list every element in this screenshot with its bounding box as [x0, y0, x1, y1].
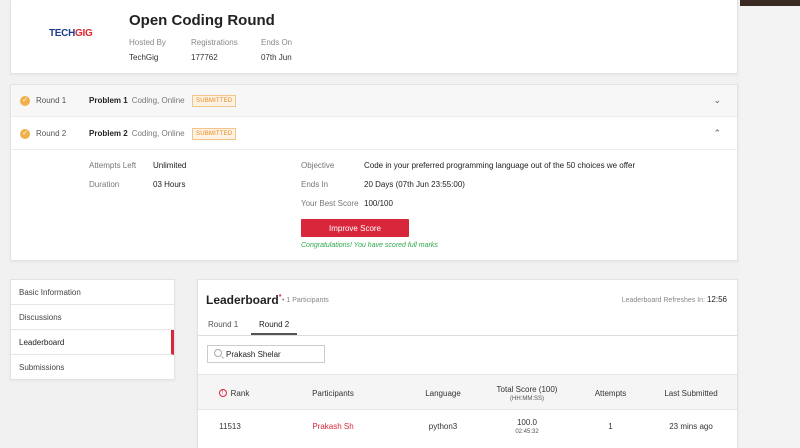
col-participants[interactable]: Participants	[288, 375, 378, 411]
col-last-submitted[interactable]: Last Submitted	[653, 375, 729, 411]
search-icon	[214, 349, 222, 357]
sidebar-item-leaderboard[interactable]: Leaderboard	[11, 330, 174, 355]
improve-score-button[interactable]: Improve Score	[301, 219, 409, 237]
sidebar-item-discussions[interactable]: Discussions	[11, 305, 174, 330]
leaderboard-title: Leaderboard*	[206, 293, 282, 307]
chevron-up-icon[interactable]: ⌃	[713, 128, 721, 139]
cell-attempts: 1	[608, 421, 613, 431]
problem-name: Problem 2 Coding, Online	[89, 129, 185, 138]
info-icon[interactable]: !	[218, 389, 227, 397]
participants-count: • 1 Participants	[282, 297, 329, 304]
right-panel	[740, 6, 800, 448]
sidebar-item-basic-information[interactable]: Basic Information	[11, 280, 174, 305]
page-title: Open Coding Round	[129, 12, 275, 29]
techgig-logo[interactable]: TECHGIG	[49, 28, 93, 39]
round-tabs: Round 1 Round 2	[198, 316, 737, 336]
meta-registrations: Registrations 177762	[191, 38, 238, 62]
round-1-row[interactable]: ✓ Round 1 Problem 1 Coding, Online SUBMIT…	[11, 85, 737, 117]
cell-language: python3	[428, 421, 458, 431]
tab-round-2[interactable]: Round 2	[251, 320, 298, 335]
round-label: Round 2	[36, 129, 67, 138]
search-box[interactable]	[207, 345, 325, 363]
submitted-badge: SUBMITTED	[192, 127, 237, 140]
round-label: Round 1	[36, 96, 67, 105]
col-attempts[interactable]: Attempts	[578, 375, 643, 411]
congrats-message: Congratulations! You have scored full ma…	[301, 242, 438, 249]
check-circle-icon: ✓	[20, 95, 30, 106]
col-rank[interactable]: ! Rank	[204, 375, 264, 411]
sidebar-item-submissions[interactable]: Submissions	[11, 355, 174, 380]
problem-name: Problem 1 Coding, Online	[89, 96, 185, 105]
leaderboard-panel: Leaderboard* • 1 Participants Leaderboar…	[197, 279, 738, 448]
check-circle-icon: ✓	[20, 128, 30, 139]
table-row: 11513 Prakash Sh python3 100.0 02:45:32 1…	[198, 410, 737, 442]
cell-participant-link[interactable]: Prakash Sh	[288, 410, 378, 442]
col-total-score[interactable]: Total Score (100) (HH:MM:SS)	[483, 375, 571, 411]
cell-last-submitted: 23 mins ago	[669, 421, 713, 431]
table-header: ! Rank Participants Language Total Score …	[198, 374, 737, 410]
meta-hosted-by: Hosted By TechGig	[129, 38, 166, 62]
event-header: TECHGIG Open Coding Round Hosted By Tech…	[10, 0, 738, 74]
submitted-badge: SUBMITTED	[192, 94, 237, 107]
cell-rank: 11513	[219, 421, 241, 431]
tab-round-1[interactable]: Round 1	[208, 320, 238, 329]
round-2-row[interactable]: ✓ Round 2 Problem 2 Coding, Online SUBMIT…	[11, 118, 737, 150]
search-input[interactable]	[226, 348, 322, 361]
rounds-panel: ✓ Round 1 Problem 1 Coding, Online SUBMIT…	[10, 84, 738, 261]
cell-total-score: 100.0 02:45:32	[515, 417, 539, 435]
refresh-timer: Leaderboard Refreshes In: 12:56	[621, 295, 727, 304]
col-language[interactable]: Language	[403, 375, 483, 411]
sidebar-nav: Basic Information Discussions Leaderboar…	[10, 279, 175, 380]
chevron-down-icon[interactable]: ⌄	[713, 95, 721, 106]
meta-ends-on: Ends On 07th Jun	[261, 38, 293, 62]
